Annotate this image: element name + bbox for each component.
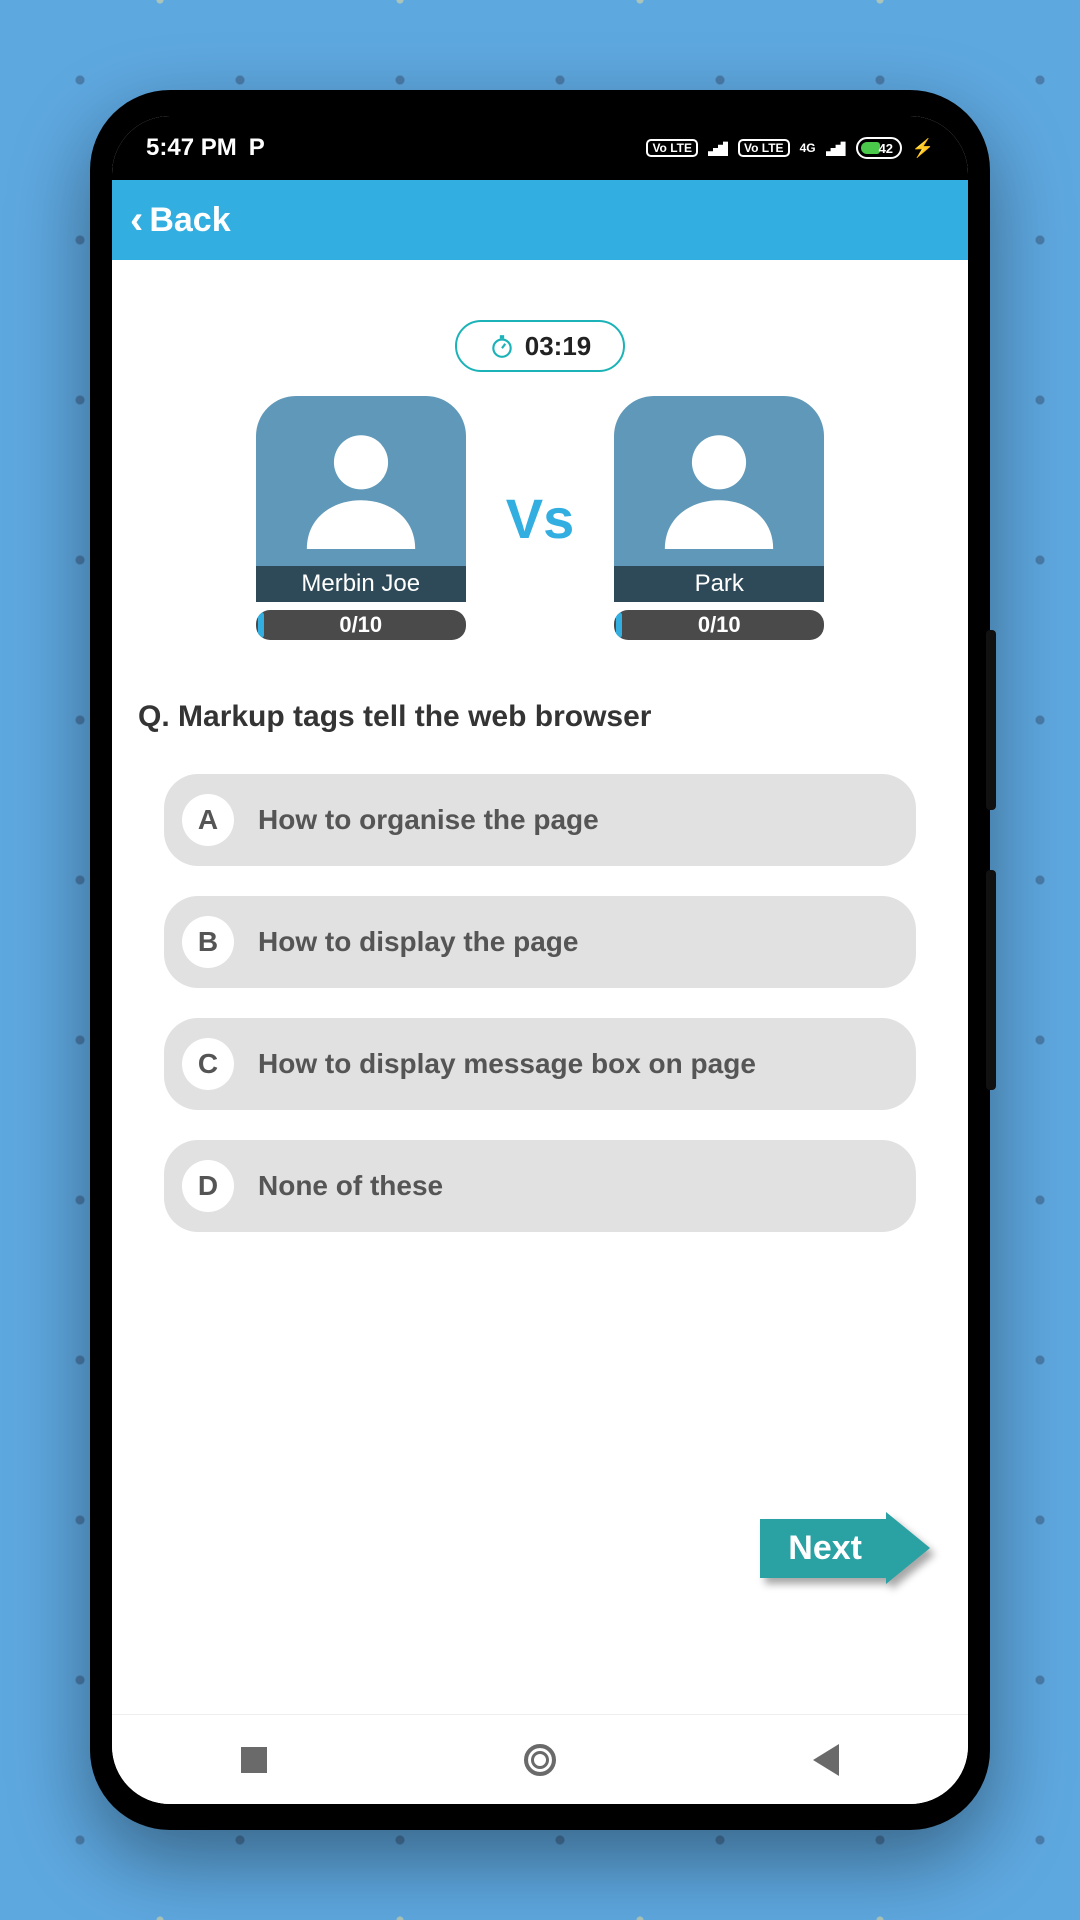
status-bar: 5:47 PM P Vo LTE Vo LTE 4G 42 ⚡ — [112, 116, 968, 180]
back-chevron-icon[interactable]: ‹ — [130, 198, 143, 243]
player-1-score: 0/10 — [256, 610, 466, 640]
person-icon — [654, 419, 784, 549]
player-1-avatar — [256, 396, 466, 566]
phone-frame: 5:47 PM P Vo LTE Vo LTE 4G 42 ⚡ ‹ Back — [90, 90, 990, 1830]
back-button[interactable]: Back — [149, 201, 230, 240]
answer-option-b[interactable]: B How to display the page — [164, 896, 916, 988]
player-1: Merbin Joe 0/10 — [256, 396, 466, 640]
answer-text: How to display the page — [258, 925, 578, 959]
volte-badge-1: Vo LTE — [646, 139, 698, 157]
answer-text: How to display message box on page — [258, 1047, 756, 1081]
answer-letter: A — [182, 794, 234, 846]
player-2-score: 0/10 — [614, 610, 824, 640]
battery-indicator: 42 — [856, 137, 902, 159]
player-2: Park 0/10 — [614, 396, 824, 640]
screen: 5:47 PM P Vo LTE Vo LTE 4G 42 ⚡ ‹ Back — [112, 116, 968, 1804]
front-camera — [529, 140, 551, 162]
recent-apps-button[interactable] — [241, 1747, 267, 1773]
status-time: 5:47 PM — [146, 134, 237, 162]
player-1-name: Merbin Joe — [256, 566, 466, 602]
person-icon — [296, 419, 426, 549]
status-app-icon: P — [249, 134, 265, 162]
timer-pill: 03:19 — [455, 320, 625, 372]
vs-label: Vs — [506, 486, 575, 551]
signal-icon — [708, 140, 728, 156]
power-button — [986, 870, 996, 1090]
app-header: ‹ Back — [112, 180, 968, 260]
timer-value: 03:19 — [525, 331, 592, 362]
arrow-right-icon — [886, 1512, 930, 1584]
android-nav-bar — [112, 1714, 968, 1804]
answer-option-d[interactable]: D None of these — [164, 1140, 916, 1232]
question-text: Q. Markup tags tell the web browser — [138, 700, 942, 734]
signal-icon-2 — [826, 140, 846, 156]
answer-letter: D — [182, 1160, 234, 1212]
player-2-name: Park — [614, 566, 824, 602]
answer-option-c[interactable]: C How to display message box on page — [164, 1018, 916, 1110]
answer-letter: C — [182, 1038, 234, 1090]
volte-badge-2: Vo LTE — [738, 139, 790, 157]
answer-text: How to organise the page — [258, 803, 599, 837]
stopwatch-icon — [489, 333, 515, 359]
player-2-avatar — [614, 396, 824, 566]
answer-text: None of these — [258, 1169, 443, 1203]
network-type: 4G — [800, 141, 816, 155]
volume-button — [986, 630, 996, 810]
back-nav-button[interactable] — [813, 1744, 839, 1776]
home-button[interactable] — [524, 1744, 556, 1776]
charging-icon: ⚡ — [912, 138, 934, 159]
answer-option-a[interactable]: A How to organise the page — [164, 774, 916, 866]
next-button[interactable]: Next — [760, 1512, 930, 1584]
answer-letter: B — [182, 916, 234, 968]
next-label: Next — [760, 1519, 886, 1578]
